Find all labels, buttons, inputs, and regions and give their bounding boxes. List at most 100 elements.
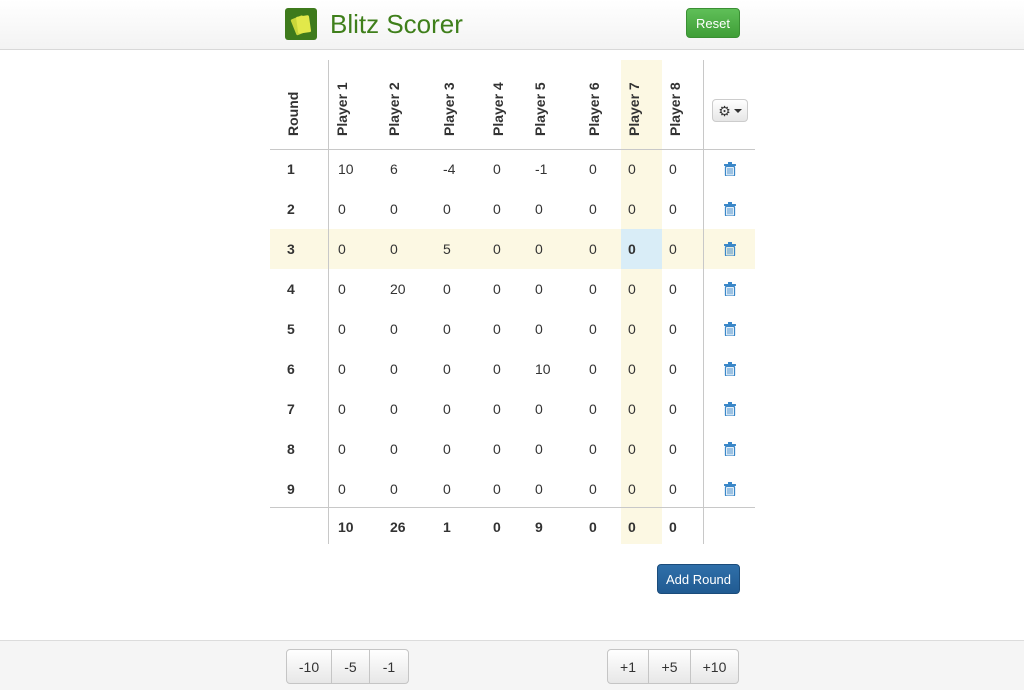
score-cell[interactable]: 5 — [443, 229, 451, 269]
score-cell[interactable]: 0 — [390, 189, 398, 229]
score-cell[interactable]: -1 — [535, 149, 547, 189]
score-cell[interactable]: 0 — [493, 429, 501, 469]
score-cell[interactable]: 0 — [628, 349, 636, 389]
score-cell[interactable]: 0 — [589, 149, 597, 189]
player-header[interactable]: Player 2 — [386, 82, 402, 136]
player-header[interactable]: Player 4 — [490, 82, 506, 136]
add-round-button[interactable]: Add Round — [657, 564, 740, 594]
score-cell[interactable]: 0 — [338, 469, 346, 509]
total-cell: 10 — [338, 519, 354, 535]
score-cell[interactable]: 0 — [669, 349, 677, 389]
score-cell[interactable]: 0 — [535, 389, 543, 429]
score-cell[interactable]: 0 — [338, 189, 346, 229]
score-cell[interactable]: 0 — [338, 309, 346, 349]
score-cell[interactable]: 0 — [628, 189, 636, 229]
score-cell[interactable]: 0 — [628, 429, 636, 469]
score-cell[interactable]: 0 — [589, 309, 597, 349]
score-cell[interactable]: 0 — [589, 349, 597, 389]
trash-icon[interactable] — [724, 202, 736, 217]
score-cell[interactable]: 0 — [443, 349, 451, 389]
score-cell[interactable]: 0 — [443, 429, 451, 469]
score-cell[interactable]: 0 — [443, 469, 451, 509]
score-cell[interactable]: 0 — [535, 189, 543, 229]
score-cell[interactable]: 0 — [669, 429, 677, 469]
score-cell[interactable]: 0 — [535, 269, 543, 309]
plus-5-button[interactable]: +5 — [648, 649, 691, 684]
player-header[interactable]: Player 6 — [586, 82, 602, 136]
score-cell[interactable]: 0 — [535, 229, 543, 269]
plus-1-button[interactable]: +1 — [607, 649, 649, 684]
score-cell[interactable]: 0 — [669, 309, 677, 349]
score-cell[interactable]: 0 — [338, 349, 346, 389]
score-cell[interactable]: 0 — [628, 469, 636, 509]
score-cell[interactable]: 0 — [535, 469, 543, 509]
score-cell[interactable]: 0 — [493, 349, 501, 389]
plus-10-button[interactable]: +10 — [690, 649, 739, 684]
score-cell[interactable]: 0 — [589, 269, 597, 309]
score-cell[interactable]: 0 — [390, 469, 398, 509]
player-header[interactable]: Player 1 — [334, 82, 350, 136]
score-cell[interactable]: 0 — [589, 389, 597, 429]
player-header[interactable]: Player 5 — [532, 82, 548, 136]
score-cell[interactable]: 0 — [493, 309, 501, 349]
score-cell[interactable]: 0 — [493, 269, 501, 309]
player-header[interactable]: Player 3 — [441, 82, 457, 136]
score-cell[interactable]: 0 — [535, 309, 543, 349]
score-cell[interactable]: 0 — [628, 389, 636, 429]
score-cell[interactable]: 0 — [338, 229, 346, 269]
reset-button[interactable]: Reset — [686, 8, 740, 38]
score-cell[interactable]: 0 — [669, 149, 677, 189]
minus-10-button[interactable]: -10 — [286, 649, 332, 684]
score-cell[interactable]: 0 — [443, 189, 451, 229]
settings-dropdown-button[interactable]: ⚙ — [712, 99, 748, 122]
score-cell[interactable]: 0 — [669, 469, 677, 509]
score-cell[interactable]: 0 — [443, 309, 451, 349]
score-cell[interactable]: 0 — [589, 229, 597, 269]
brand[interactable]: Blitz Scorer — [285, 6, 463, 42]
trash-icon[interactable] — [724, 362, 736, 377]
score-cell[interactable]: 0 — [338, 269, 346, 309]
trash-icon[interactable] — [724, 242, 736, 257]
score-cell[interactable]: -4 — [443, 149, 455, 189]
score-cell[interactable]: 0 — [535, 429, 543, 469]
player-header[interactable]: Player 8 — [667, 82, 683, 136]
score-cell[interactable]: 0 — [493, 389, 501, 429]
score-cell[interactable]: 0 — [628, 309, 636, 349]
score-cell[interactable]: 0 — [669, 189, 677, 229]
score-cell[interactable]: 0 — [390, 349, 398, 389]
score-cell[interactable]: 0 — [628, 229, 636, 269]
score-cell[interactable]: 0 — [589, 429, 597, 469]
trash-icon[interactable] — [724, 322, 736, 337]
trash-icon[interactable] — [724, 442, 736, 457]
minus-5-button[interactable]: -5 — [331, 649, 370, 684]
score-cell[interactable]: 0 — [390, 309, 398, 349]
score-cell[interactable]: 0 — [443, 269, 451, 309]
score-cell[interactable]: 0 — [493, 189, 501, 229]
score-cell[interactable]: 0 — [669, 229, 677, 269]
score-cell[interactable]: 0 — [493, 469, 501, 509]
score-cell[interactable]: 0 — [589, 469, 597, 509]
score-cell[interactable]: 0 — [338, 429, 346, 469]
trash-icon[interactable] — [724, 282, 736, 297]
score-cell[interactable]: 10 — [338, 149, 354, 189]
score-cell[interactable]: 20 — [390, 269, 406, 309]
score-cell[interactable]: 0 — [628, 269, 636, 309]
score-cell[interactable]: 0 — [669, 389, 677, 429]
score-cell[interactable]: 6 — [390, 149, 398, 189]
player-header[interactable]: Player 7 — [626, 82, 642, 136]
trash-icon[interactable] — [724, 482, 736, 497]
trash-icon[interactable] — [724, 162, 736, 177]
score-cell[interactable]: 0 — [628, 149, 636, 189]
score-cell[interactable]: 0 — [443, 389, 451, 429]
score-cell[interactable]: 0 — [493, 149, 501, 189]
score-cell[interactable]: 10 — [535, 349, 551, 389]
trash-icon[interactable] — [724, 402, 736, 417]
score-cell[interactable]: 0 — [493, 229, 501, 269]
minus-1-button[interactable]: -1 — [369, 649, 409, 684]
score-cell[interactable]: 0 — [338, 389, 346, 429]
score-cell[interactable]: 0 — [589, 189, 597, 229]
score-cell[interactable]: 0 — [390, 389, 398, 429]
score-cell[interactable]: 0 — [390, 229, 398, 269]
score-cell[interactable]: 0 — [669, 269, 677, 309]
score-cell[interactable]: 0 — [390, 429, 398, 469]
